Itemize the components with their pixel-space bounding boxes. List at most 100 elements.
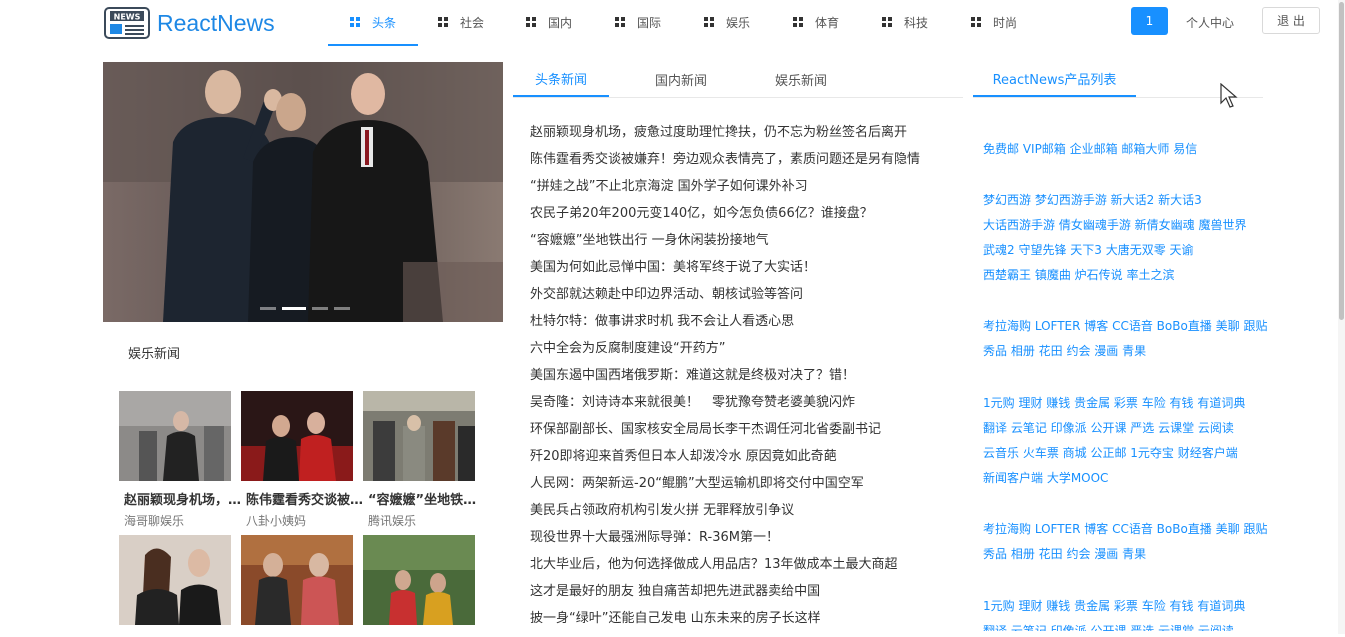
product-link-row[interactable]: 考拉海购 LOFTER 博客 CC语音 BoBo直播 美聊 跟贴 bbox=[983, 314, 1268, 339]
page-scrollbar[interactable] bbox=[1338, 0, 1345, 634]
tab-product-list[interactable]: ReactNews产品列表 bbox=[973, 62, 1136, 97]
top-header: NEWS ReactNews 头条 社会 国内 国际 娱乐 体育 科技 时尚 1… bbox=[0, 0, 1345, 46]
grid-icon bbox=[882, 17, 892, 27]
product-link-row[interactable]: 翻译 云笔记 印像派 公开课 严选 云课堂 云阅读 bbox=[983, 619, 1268, 631]
logout-button[interactable]: 退 出 bbox=[1262, 7, 1320, 34]
user-center-link[interactable]: 个人中心 bbox=[1186, 14, 1234, 31]
entertainment-section-title: 娱乐新闻 bbox=[128, 347, 181, 362]
carousel-dot[interactable] bbox=[312, 307, 328, 310]
nav-item-international[interactable]: 国际 bbox=[595, 0, 684, 44]
carousel-dot[interactable] bbox=[334, 307, 350, 310]
nav-item-domestic[interactable]: 国内 bbox=[506, 0, 595, 44]
news-list-item[interactable]: 美民兵占领政府机构引发火拼 无罪释放引争议 bbox=[530, 499, 950, 526]
grid-icon bbox=[526, 17, 536, 27]
product-link-row[interactable]: 考拉海购 LOFTER 博客 CC语音 BoBo直播 美聊 跟贴 bbox=[983, 517, 1268, 542]
nav-item-fashion[interactable]: 时尚 bbox=[951, 0, 1040, 44]
tab-domestic-news[interactable]: 国内新闻 bbox=[633, 62, 729, 97]
news-list-item[interactable]: 农民子弟20年200元变140亿，如今怎负债66亿？谁接盘？ bbox=[530, 202, 950, 229]
carousel-photo bbox=[103, 62, 503, 322]
product-group: 梦幻西游 梦幻西游手游 新大话2 新大话3 大话西游手游 倩女幽魂手游 新倩女幽… bbox=[983, 188, 1268, 288]
news-card[interactable] bbox=[119, 535, 231, 637]
logo[interactable]: NEWS ReactNews bbox=[104, 6, 275, 40]
card-image bbox=[119, 391, 231, 481]
news-list-item[interactable]: 吴奇隆：刘诗诗本来就很美！ 零犹豫夸赞老婆美貌闪炸 bbox=[530, 391, 950, 418]
news-list: 赵丽颖现身机场，疲惫过度助理忙搀扶，仍不忘为粉丝签名后离开 陈伟霆看秀交谈被嫌弃… bbox=[530, 121, 950, 634]
news-card[interactable]: 陈伟霆看秀交谈被嫌弃！旁边观众表情亮了 八卦小姨妈 bbox=[241, 391, 364, 529]
nav-item-society[interactable]: 社会 bbox=[418, 0, 506, 44]
product-link-row[interactable]: 秀品 相册 花田 约会 漫画 青果 bbox=[983, 542, 1268, 567]
news-list-item[interactable]: 这才是最好的朋友 独自痛苦却把先进武器卖给中国 bbox=[530, 580, 950, 607]
card-image bbox=[241, 535, 353, 625]
news-list-item[interactable]: 六中全会为反腐制度建设“开药方” bbox=[530, 337, 950, 364]
product-link-row[interactable]: 秀品 相册 花田 约会 漫画 青果 bbox=[983, 339, 1268, 364]
nav-label: 体育 bbox=[815, 15, 840, 30]
product-link-row[interactable]: 西楚霸王 镇魔曲 炉石传说 率土之滨 bbox=[983, 263, 1268, 288]
nav-item-sports[interactable]: 体育 bbox=[773, 0, 862, 44]
card-image bbox=[363, 391, 475, 481]
product-group: 考拉海购 LOFTER 博客 CC语音 BoBo直播 美聊 跟贴 秀品 相册 花… bbox=[983, 517, 1268, 567]
product-link-row[interactable]: 1元购 理财 赚钱 贵金属 彩票 车险 有钱 有道词典 bbox=[983, 594, 1268, 619]
grid-icon bbox=[971, 17, 981, 27]
grid-icon bbox=[350, 17, 360, 27]
card-title: “容嬷嬷”坐地铁出行 一身休闲装扮接地气 bbox=[368, 493, 486, 508]
card-source: 八卦小姨妈 bbox=[246, 514, 307, 528]
news-list-item[interactable]: 美国为何如此忌惮中国：美将军终于说了大实话！ bbox=[530, 256, 950, 283]
card-source: 海哥聊娱乐 bbox=[124, 514, 185, 528]
grid-icon bbox=[615, 17, 625, 27]
notification-badge[interactable]: 1 bbox=[1131, 7, 1168, 35]
carousel-dot[interactable] bbox=[260, 307, 276, 310]
news-card[interactable] bbox=[363, 535, 475, 637]
news-list-item[interactable]: “容嬷嬷”坐地铁出行 一身休闲装扮接地气 bbox=[530, 229, 950, 256]
headline-carousel[interactable] bbox=[103, 62, 503, 322]
tab-headline-news[interactable]: 头条新闻 bbox=[513, 62, 609, 97]
nav-item-tech[interactable]: 科技 bbox=[862, 0, 951, 44]
news-list-item[interactable]: 人民网：两架新运-20“鲲鹏”大型运输机即将交付中国空军 bbox=[530, 472, 950, 499]
product-group: 1元购 理财 赚钱 贵金属 彩票 车险 有钱 有道词典 翻译 云笔记 印像派 公… bbox=[983, 594, 1268, 631]
news-list-item[interactable]: 披一身“绿叶”还能自己发电 山东未来的房子长这样 bbox=[530, 607, 950, 634]
product-link-row[interactable]: 梦幻西游 梦幻西游手游 新大话2 新大话3 bbox=[983, 188, 1268, 213]
product-link-row[interactable]: 新闻客户端 大学MOOC bbox=[983, 466, 1268, 491]
product-link-row[interactable]: 武魂2 守望先锋 天下3 大唐无双零 天谕 bbox=[983, 238, 1268, 263]
mouse-cursor-icon bbox=[1220, 82, 1240, 113]
product-link-row[interactable]: 翻译 云笔记 印像派 公开课 严选 云课堂 云阅读 bbox=[983, 416, 1268, 441]
logo-text: ReactNews bbox=[157, 9, 275, 36]
news-list-item[interactable]: 陈伟霆看秀交谈被嫌弃！旁边观众表情亮了，素质问题还是另有隐情 bbox=[530, 148, 950, 175]
main-nav: 头条 社会 国内 国际 娱乐 体育 科技 时尚 bbox=[328, 0, 1040, 46]
news-list-item[interactable]: 外交部就达赖赴中印边界活动、朝核试验等答问 bbox=[530, 283, 950, 310]
news-list-item[interactable]: 歼20即将迎来首秀但日本人却泼冷水 原因竟如此奇葩 bbox=[530, 445, 950, 472]
tab-entertainment-news[interactable]: 娱乐新闻 bbox=[753, 62, 849, 97]
product-link-row[interactable]: 大话西游手游 倩女幽魂手游 新倩女幽魂 魔兽世界 bbox=[983, 213, 1268, 238]
news-list-item[interactable]: 杜特尔特：做事讲求时机 我不会让人看透心思 bbox=[530, 310, 950, 337]
carousel-dot-active[interactable] bbox=[282, 307, 306, 310]
card-title: 赵丽颖现身机场，疲惫过度助理忙搀扶 bbox=[124, 493, 242, 508]
nav-item-entertainment[interactable]: 娱乐 bbox=[684, 0, 773, 44]
news-card[interactable] bbox=[241, 535, 353, 637]
news-list-item[interactable]: 现役世界十大最强洲际导弹：R-36M第一！ bbox=[530, 526, 950, 553]
news-list-item[interactable]: 美国东遏中国西堵俄罗斯：难道这就是终极对决了？错！ bbox=[530, 364, 950, 391]
nav-label: 国内 bbox=[548, 15, 573, 30]
grid-icon bbox=[793, 17, 803, 27]
nav-label: 国际 bbox=[637, 15, 662, 30]
card-image bbox=[119, 535, 231, 625]
carousel-dots bbox=[260, 307, 350, 310]
nav-item-headlines[interactable]: 头条 bbox=[328, 0, 418, 46]
product-link-row[interactable]: 1元购 理财 赚钱 贵金属 彩票 车险 有钱 有道词典 bbox=[983, 391, 1268, 416]
grid-icon bbox=[704, 17, 714, 27]
grid-icon bbox=[438, 17, 448, 27]
product-link-row[interactable]: 云音乐 火车票 商城 公正邮 1元夺宝 财经客户端 bbox=[983, 441, 1268, 466]
news-list-item[interactable]: 环保部副部长、国家核安全局局长李干杰调任河北省委副书记 bbox=[530, 418, 950, 445]
card-image bbox=[363, 535, 475, 625]
nav-label: 科技 bbox=[904, 15, 929, 30]
news-list-item[interactable]: 赵丽颖现身机场，疲惫过度助理忙搀扶，仍不忘为粉丝签名后离开 bbox=[530, 121, 950, 148]
news-list-item[interactable]: “拼娃之战”不止北京海淀 国外学子如何课外补习 bbox=[530, 175, 950, 202]
news-card[interactable]: “容嬷嬷”坐地铁出行 一身休闲装扮接地气 腾讯娱乐 bbox=[363, 391, 486, 529]
product-group: 1元购 理财 赚钱 贵金属 彩票 车险 有钱 有道词典 翻译 云笔记 印像派 公… bbox=[983, 391, 1268, 491]
product-link-row[interactable]: 免费邮 VIP邮箱 企业邮箱 邮箱大师 易信 bbox=[983, 137, 1268, 162]
newspaper-icon: NEWS bbox=[104, 7, 150, 39]
svg-text:NEWS: NEWS bbox=[114, 13, 141, 22]
scrollbar-thumb[interactable] bbox=[1339, 2, 1344, 320]
card-image bbox=[241, 391, 353, 481]
news-list-item[interactable]: 北大毕业后，他为何选择做成人用品店？13年做成本土最大商超 bbox=[530, 553, 950, 580]
news-card[interactable]: 赵丽颖现身机场，疲惫过度助理忙搀扶 海哥聊娱乐 bbox=[119, 391, 242, 529]
card-source: 腾讯娱乐 bbox=[368, 514, 417, 528]
